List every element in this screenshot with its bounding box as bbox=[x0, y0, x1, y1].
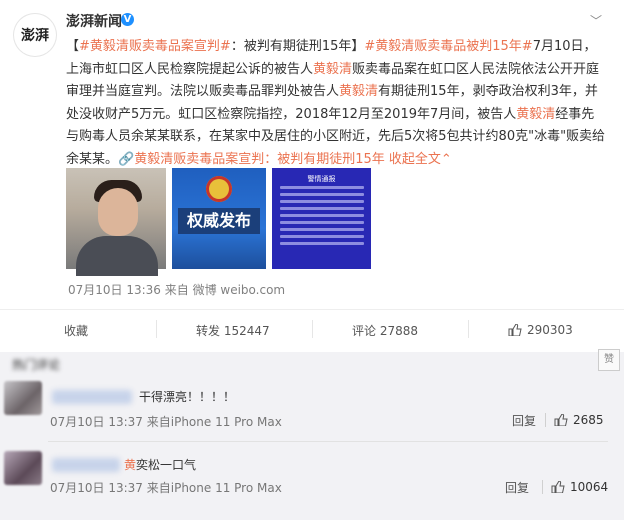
post-meta: 07月10日 13:36 来自 微博 weibo.com bbox=[68, 283, 286, 297]
portrait-photo[interactable] bbox=[66, 168, 166, 276]
reply-button[interactable]: 回复 bbox=[512, 412, 536, 429]
notice-line bbox=[280, 235, 364, 238]
comment-body: 奕松一口气 bbox=[136, 458, 197, 472]
favorite-button[interactable]: 收藏 bbox=[64, 315, 88, 345]
post-text-segment: ：被判有期徒刑15年】 bbox=[230, 39, 365, 54]
avatar[interactable] bbox=[4, 381, 42, 415]
repost-label: 转发 152447 bbox=[196, 323, 270, 338]
authority-release-image[interactable]: 权威发布 bbox=[172, 168, 266, 269]
favorite-label: 收藏 bbox=[64, 323, 89, 338]
police-notice-image[interactable]: 警情通报 bbox=[272, 168, 371, 269]
like-count: 290303 bbox=[527, 323, 573, 337]
post-text: 【#黄毅清贩卖毒品案宣判#：被判有期徒刑15年】#黄毅清贩卖毒品被判15年#7月… bbox=[66, 36, 606, 172]
thumbs-up-icon bbox=[554, 414, 568, 426]
body-shape bbox=[76, 236, 158, 276]
face-shape bbox=[98, 188, 138, 236]
commenter-name[interactable] bbox=[52, 458, 120, 472]
like-button[interactable]: 290303 bbox=[508, 315, 573, 345]
notice-line bbox=[280, 221, 364, 224]
authority-release-text: 权威发布 bbox=[178, 208, 260, 234]
notice-line bbox=[280, 228, 364, 231]
chevron-down-icon[interactable]: ﹀ bbox=[590, 12, 602, 29]
reply-button[interactable]: 回复 bbox=[505, 479, 529, 496]
account-avatar[interactable]: 澎湃 bbox=[14, 14, 56, 56]
notice-line bbox=[280, 186, 364, 189]
post-hashtag[interactable]: 黄毅清 bbox=[516, 107, 555, 122]
comment-text: 干得漂亮！！！！ bbox=[139, 390, 236, 404]
avatar[interactable] bbox=[4, 451, 42, 485]
notice-lines bbox=[280, 186, 364, 249]
police-emblem-icon bbox=[206, 176, 232, 202]
comment-like-count: 2685 bbox=[573, 413, 604, 427]
comments-title: 热门评论 bbox=[12, 358, 61, 372]
notice-line bbox=[280, 242, 364, 245]
post-link[interactable]: ⌃ bbox=[441, 152, 452, 167]
divider bbox=[545, 413, 546, 427]
notice-line bbox=[280, 207, 364, 210]
divider bbox=[156, 320, 157, 338]
divider bbox=[0, 309, 624, 310]
divider bbox=[468, 320, 469, 338]
notice-heading: 警情通报 bbox=[307, 175, 336, 183]
comment-like-button[interactable]: 2685 bbox=[554, 413, 604, 427]
post-hashtag[interactable]: 黄毅清 bbox=[313, 62, 352, 77]
post-hashtag[interactable]: #黄毅清贩卖毒品案宣判# bbox=[79, 39, 231, 54]
comment-label: 评论 27888 bbox=[352, 323, 418, 338]
post-hashtag[interactable]: 🔗黄毅清贩卖毒品案宣判：被判有期徒刑15年 bbox=[118, 152, 385, 167]
comment-like-button[interactable]: 10064 bbox=[551, 480, 608, 494]
thumbs-up-icon bbox=[551, 481, 565, 493]
notice-line bbox=[280, 214, 364, 217]
comment-time: 07月10日 13:37 来自iPhone 11 Pro Max bbox=[50, 415, 282, 429]
verified-icon: V bbox=[121, 13, 134, 26]
divider bbox=[542, 480, 543, 494]
divider bbox=[48, 441, 608, 442]
commenter-name[interactable] bbox=[52, 390, 132, 404]
post-link[interactable]: 收起全文 bbox=[385, 152, 441, 167]
divider bbox=[312, 320, 313, 338]
comment-like-count: 10064 bbox=[570, 480, 609, 494]
post-text-segment: 【 bbox=[66, 39, 80, 54]
comment-time: 07月10日 13:37 来自iPhone 11 Pro Max bbox=[50, 481, 282, 495]
notice-line bbox=[280, 193, 364, 196]
account-name[interactable]: 澎湃新闻 bbox=[66, 11, 122, 31]
thumbs-up-icon bbox=[508, 324, 522, 336]
comment-text: 黄奕松一口气 bbox=[124, 456, 196, 473]
post-hashtag[interactable]: 黄毅清 bbox=[339, 84, 378, 99]
like-side-button[interactable]: 赞 bbox=[598, 349, 620, 371]
post-hashtag[interactable]: #黄毅清贩卖毒品被判15年# bbox=[364, 39, 532, 54]
repost-button[interactable]: 转发 152447 bbox=[196, 315, 270, 345]
notice-line bbox=[280, 200, 364, 203]
comment-button[interactable]: 评论 27888 bbox=[352, 315, 418, 345]
comment-highlight: 黄 bbox=[124, 458, 137, 472]
